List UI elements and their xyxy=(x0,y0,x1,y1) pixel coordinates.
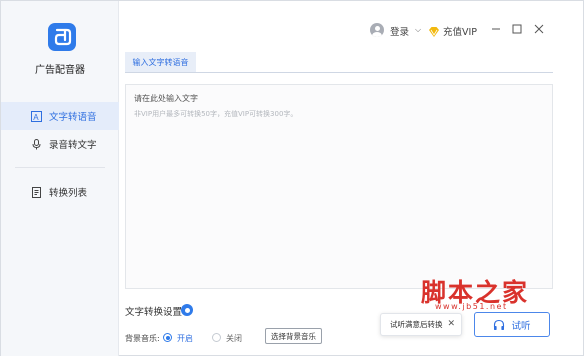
text-input-area[interactable]: 请在此处输入文字 非VIP用户最多可转换50字，充值VIP可转换300字。 xyxy=(125,84,553,289)
bgm-label: 背景音乐: xyxy=(125,334,160,343)
login-link[interactable]: 登录 xyxy=(390,24,409,38)
app-window: 广告配音器 A 文字转语音 录音转文字 转换列表 登录 ⌵ 充值VIP 输入文字… xyxy=(0,0,584,356)
sidebar-item-convert-list[interactable]: 转换列表 xyxy=(1,178,119,206)
text-input-placeholder: 请在此处输入文字 xyxy=(134,94,198,103)
vip-diamond-icon[interactable] xyxy=(428,23,440,37)
sidebar-item-speech-to-text[interactable]: 录音转文字 xyxy=(1,130,119,158)
sidebar-item-text-to-speech[interactable]: A 文字转语音 xyxy=(1,102,119,130)
list-doc-icon xyxy=(31,186,42,198)
sidebar: 广告配音器 A 文字转语音 录音转文字 转换列表 xyxy=(1,1,119,356)
top-bar: 登录 ⌵ 充值VIP xyxy=(119,1,584,41)
sidebar-item-label: 录音转文字 xyxy=(49,140,97,151)
bgm-on-label[interactable]: 开启 xyxy=(177,333,193,344)
sidebar-item-label: 文字转语音 xyxy=(49,112,97,123)
maximize-icon[interactable] xyxy=(510,22,524,36)
watermark-url: www.jb51.net xyxy=(435,302,508,311)
sidebar-divider xyxy=(15,167,105,168)
toast-close-icon[interactable]: ✕ xyxy=(447,319,455,329)
close-icon[interactable] xyxy=(532,22,546,36)
microphone-icon xyxy=(31,138,42,150)
gear-icon[interactable] xyxy=(181,304,193,316)
listen-button[interactable]: 试听 xyxy=(474,312,550,337)
conversion-settings-title: 文字转换设置 xyxy=(125,307,183,318)
tab-text-to-speech[interactable]: 输入文字转语音 xyxy=(125,52,196,73)
toast-text: 试听满意后转换 xyxy=(390,320,443,329)
app-name: 广告配音器 xyxy=(35,65,85,76)
word-limit-hint: 非VIP用户最多可转换50字，充值VIP可转换300字。 xyxy=(134,110,298,118)
sidebar-item-label: 转换列表 xyxy=(49,188,88,199)
select-bgm-button[interactable]: 选择背景音乐 xyxy=(265,328,322,344)
listen-tip-toast: 试听满意后转换 ✕ xyxy=(380,313,462,336)
vip-recharge-link[interactable]: 充值VIP xyxy=(443,24,477,38)
app-logo-icon xyxy=(48,23,76,51)
svg-text:A: A xyxy=(33,112,39,121)
bgm-off-label[interactable]: 关闭 xyxy=(226,333,242,344)
text-a-icon: A xyxy=(31,110,42,122)
bgm-on-radio[interactable] xyxy=(163,333,172,342)
headphones-icon xyxy=(494,319,505,330)
avatar-icon[interactable] xyxy=(370,23,384,37)
chevron-down-icon[interactable]: ⌵ xyxy=(415,25,421,35)
listen-button-label: 试听 xyxy=(511,320,531,332)
bgm-off-radio[interactable] xyxy=(212,333,221,342)
minimize-icon[interactable] xyxy=(489,22,503,36)
tab-underline xyxy=(125,72,553,73)
